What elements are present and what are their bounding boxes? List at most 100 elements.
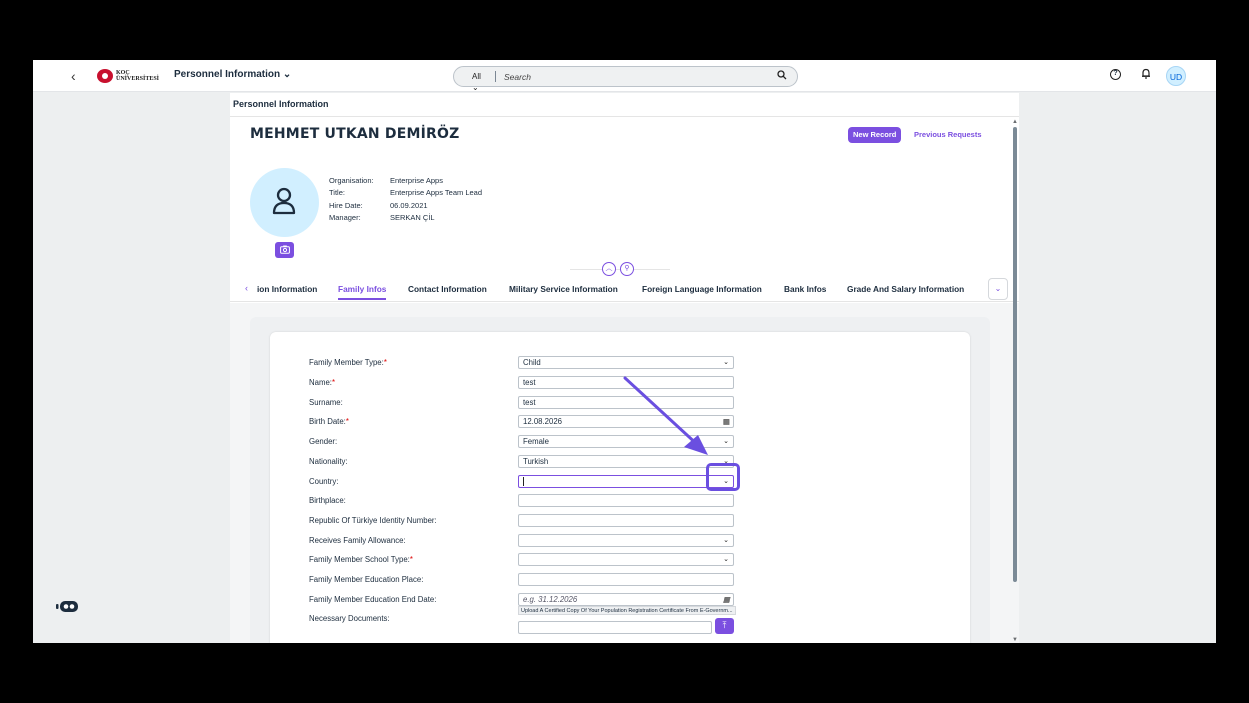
annotation-highlight-box <box>706 463 740 491</box>
chevron-up-icon: ︿ <box>605 265 613 272</box>
info-label-hire-date: Hire Date: <box>329 200 363 210</box>
collapse-header-button[interactable]: ︿ <box>602 262 616 276</box>
nationality-value: Turkish <box>523 457 549 466</box>
school-type-select[interactable]: ⌄ <box>518 553 734 566</box>
pin-header-button[interactable]: ⚲ <box>620 262 634 276</box>
upload-icon: ⤒ <box>722 620 727 630</box>
label-education-place: Family Member Education Place: <box>309 575 424 584</box>
user-avatar[interactable]: UD <box>1166 66 1186 86</box>
info-value-organisation: Enterprise Apps <box>390 176 443 185</box>
gender-value: Female <box>523 437 549 446</box>
education-end-date-picker[interactable]: e.g. 31.12.2026 ▦ <box>518 593 734 606</box>
chevron-down-icon: ⌄ <box>472 83 479 92</box>
education-end-date-placeholder: e.g. 31.12.2026 <box>523 595 578 604</box>
annotation-arrow <box>623 376 708 455</box>
calendar-icon[interactable]: ▦ <box>723 416 730 427</box>
employee-photo-placeholder <box>250 168 319 237</box>
chatbot-icon[interactable] <box>56 600 80 619</box>
tab-foreign-language-information[interactable]: Foreign Language Information <box>642 284 762 294</box>
calendar-icon[interactable]: ▦ <box>723 594 730 605</box>
app-window: ‹ KOÇ ÜNİVERSİTESİ Personnel Information… <box>33 60 1216 643</box>
help-icon[interactable]: ? <box>1110 69 1121 80</box>
object-page: Personnel Information MEHMET UTKAN DEMİR… <box>230 93 1019 643</box>
employee-name: MEHMET UTKAN DEMİRÖZ <box>250 126 460 142</box>
shell-bar: ‹ KOÇ ÜNİVERSİTESİ Personnel Information… <box>33 60 1216 92</box>
text-cursor <box>523 477 524 486</box>
page-title: Personnel Information <box>233 99 329 109</box>
tab-grade-and-salary-information[interactable]: Grade And Salary Information <box>847 284 964 294</box>
page-scrollbar[interactable]: ▲ ▼ <box>1011 117 1019 643</box>
tab-military-service-information[interactable]: Military Service Information <box>509 284 618 294</box>
birthplace-input[interactable] <box>518 494 734 507</box>
pin-icon: ⚲ <box>624 265 630 272</box>
scrollbar-thumb[interactable] <box>1013 127 1017 582</box>
family-allowance-select[interactable]: ⌄ <box>518 534 734 547</box>
info-label-title: Title: <box>329 188 345 198</box>
camera-icon <box>279 245 290 254</box>
label-birthplace: Birthplace: <box>309 496 346 505</box>
required-marker: * <box>345 417 349 426</box>
country-select[interactable]: ⌄ <box>518 475 734 488</box>
back-icon[interactable]: ‹ <box>71 68 76 84</box>
document-upload-field[interactable] <box>518 621 712 634</box>
change-photo-button[interactable] <box>275 242 294 258</box>
education-place-input[interactable] <box>518 573 734 586</box>
label-family-allowance: Receives Family Allowance: <box>309 536 406 545</box>
info-value-title: Enterprise Apps Team Lead <box>390 188 483 198</box>
label-gender: Gender: <box>309 437 338 446</box>
search-scope-select[interactable]: All ⌄ <box>454 71 496 92</box>
label-identity-number: Republic Of Türkiye Identity Number: <box>309 516 437 525</box>
new-record-button[interactable]: New Record <box>848 127 902 143</box>
notification-bell-icon[interactable] <box>1141 68 1151 82</box>
required-marker: * <box>383 358 387 367</box>
info-value-hire-date: 06.09.2021 <box>390 200 428 210</box>
tabs-overflow-button[interactable]: ⌄ <box>988 278 1008 300</box>
required-marker: * <box>331 378 336 387</box>
tabs-scroll-left-icon[interactable]: ‹ <box>245 283 248 293</box>
header-divider <box>230 116 1019 117</box>
logo-text-line2: ÜNİVERSİTESİ <box>116 76 160 82</box>
label-necessary-documents: Necessary Documents: <box>309 614 390 623</box>
label-name: Name:* <box>309 378 336 387</box>
search-field[interactable]: All ⌄ Search <box>453 66 798 92</box>
tab-contact-information[interactable]: Contact Information <box>408 284 487 294</box>
info-label-manager: Manager: <box>329 212 361 222</box>
label-surname: Surname: <box>309 398 343 407</box>
employee-info: Organisation: Enterprise Apps Title: Enter… <box>329 175 482 224</box>
label-nationality: Nationality: <box>309 457 348 466</box>
family-member-type-value: Child <box>523 358 541 367</box>
chevron-down-icon: ⌄ <box>994 284 1002 293</box>
scroll-down-icon[interactable]: ▼ <box>1012 637 1018 643</box>
label-education-end-date: Family Member Education End Date: <box>309 595 437 604</box>
required-marker: * <box>409 555 413 564</box>
previous-requests-link[interactable]: Previous Requests <box>914 130 982 139</box>
tab-bank-infos[interactable]: Bank Infos <box>784 284 826 294</box>
university-logo[interactable]: KOÇ ÜNİVERSİTESİ <box>97 69 159 83</box>
label-birth-date: Birth Date:* <box>309 417 349 426</box>
birth-date-value: 12.08.2026 <box>523 417 563 426</box>
tab-family-infos[interactable]: Family Infos <box>338 284 387 300</box>
search-input[interactable]: Search <box>496 72 797 82</box>
identity-number-input[interactable] <box>518 514 734 527</box>
label-family-member-type: Family Member Type:* <box>309 358 387 367</box>
chevron-down-icon: ⌄ <box>723 556 729 563</box>
logo-mark-icon <box>97 69 113 83</box>
tab-identification-information[interactable]: ion Information <box>257 284 317 294</box>
info-value-manager: SERKAN ÇİL <box>390 212 435 222</box>
label-country: Country: <box>309 477 339 486</box>
person-icon <box>272 187 296 215</box>
upload-button[interactable]: ⤒ <box>715 618 734 634</box>
header-controls: ︿ ⚲ <box>602 262 634 276</box>
info-label-organisation: Organisation: <box>329 176 374 185</box>
chevron-down-icon: ⌄ <box>723 537 729 544</box>
label-school-type: Family Member School Type:* <box>309 555 413 564</box>
family-member-type-select[interactable]: Child ⌄ <box>518 356 734 369</box>
upload-instruction-note: Upload A Certified Copy Of Your Populati… <box>518 606 736 615</box>
section-tabs: ‹ ion Information Family Infos Contact I… <box>230 278 1019 302</box>
app-title-menu[interactable]: Personnel Information ⌄ <box>174 69 291 80</box>
tab-content <box>230 303 1019 643</box>
search-scope-label: All <box>472 72 481 81</box>
search-icon[interactable] <box>777 70 787 83</box>
scroll-up-icon[interactable]: ▲ <box>1012 119 1018 125</box>
chevron-down-icon: ⌄ <box>723 359 729 366</box>
